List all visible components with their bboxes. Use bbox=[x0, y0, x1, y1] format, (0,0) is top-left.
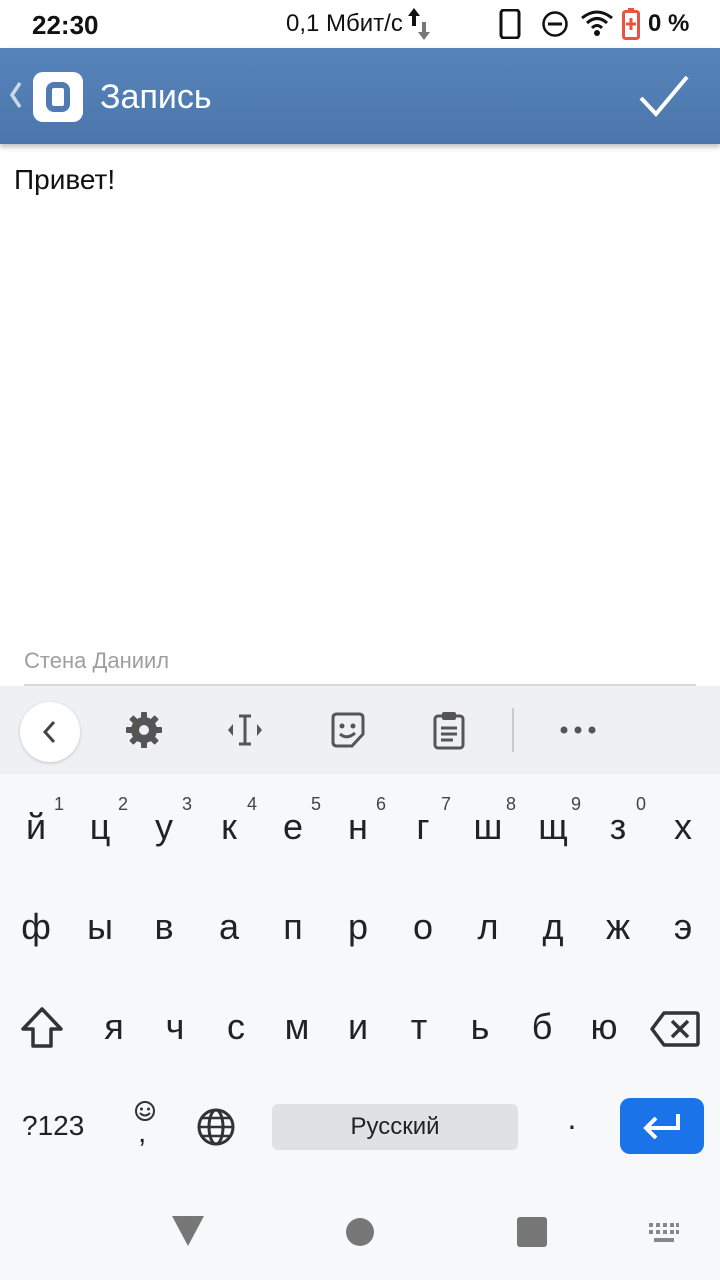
wall-target-label[interactable]: Стена Даниил bbox=[24, 648, 169, 674]
key-о[interactable]: о bbox=[391, 888, 455, 968]
navigation-bar bbox=[0, 1184, 720, 1280]
clipboard-icon[interactable] bbox=[429, 710, 469, 750]
key-л[interactable]: л bbox=[456, 888, 520, 968]
key-п[interactable]: п bbox=[261, 888, 325, 968]
status-bar: 22:30 0,1 Мбит/с 0 % bbox=[0, 0, 720, 48]
key-н[interactable]: 6н bbox=[326, 788, 390, 868]
network-speed: 0,1 Мбит/с bbox=[286, 10, 403, 37]
backspace-icon[interactable] bbox=[650, 1010, 700, 1048]
key-ч[interactable]: ч bbox=[143, 988, 207, 1068]
key-щ[interactable]: 9щ bbox=[521, 788, 585, 868]
gear-icon[interactable] bbox=[124, 710, 164, 750]
symbols-key[interactable]: ?123 bbox=[22, 1110, 84, 1142]
space-key[interactable]: Русский bbox=[272, 1104, 518, 1150]
key-ш[interactable]: 8ш bbox=[456, 788, 520, 868]
wifi-icon bbox=[581, 10, 613, 36]
comma-label: , bbox=[138, 1116, 147, 1149]
key-ф[interactable]: ф bbox=[4, 888, 68, 968]
period-key[interactable]: . bbox=[560, 1100, 584, 1137]
globe-icon[interactable] bbox=[196, 1107, 236, 1147]
status-time: 22:30 bbox=[32, 10, 99, 40]
key-б[interactable]: б bbox=[510, 988, 574, 1068]
data-arrows-icon bbox=[408, 8, 430, 40]
keyboard-back-button[interactable] bbox=[20, 702, 80, 762]
enter-arrow-icon bbox=[643, 1114, 680, 1140]
chevron-left-icon[interactable] bbox=[8, 80, 24, 110]
shift-key-icon[interactable] bbox=[18, 1004, 66, 1052]
key-я[interactable]: я bbox=[82, 988, 146, 1068]
key-й[interactable]: 1й bbox=[4, 788, 68, 868]
key-ы[interactable]: ы bbox=[68, 888, 132, 968]
app-bar: Запись bbox=[0, 48, 720, 144]
key-э[interactable]: э bbox=[651, 888, 715, 968]
key-т[interactable]: т bbox=[387, 988, 451, 1068]
keyboard-toolbar bbox=[0, 686, 720, 774]
checkmark-icon[interactable] bbox=[636, 70, 692, 122]
vk-logo[interactable] bbox=[33, 72, 83, 122]
battery-charging-icon bbox=[622, 8, 640, 40]
key-и[interactable]: и bbox=[326, 988, 390, 1068]
text-cursor-icon[interactable] bbox=[225, 710, 265, 750]
key-ж[interactable]: ж bbox=[586, 888, 650, 968]
sticker-icon[interactable] bbox=[328, 710, 368, 750]
key-с[interactable]: с bbox=[204, 988, 268, 1068]
keyboard-switch-icon[interactable] bbox=[648, 1222, 680, 1244]
key-е[interactable]: 5е bbox=[261, 788, 325, 868]
nav-home-icon[interactable] bbox=[346, 1218, 374, 1246]
enter-key[interactable] bbox=[620, 1098, 704, 1154]
key-м[interactable]: м bbox=[265, 988, 329, 1068]
battery-percent: 0 % bbox=[648, 10, 690, 37]
nav-back-icon[interactable] bbox=[170, 1214, 206, 1248]
comma-emoji-key[interactable]: , bbox=[130, 1098, 160, 1150]
toolbar-divider bbox=[512, 708, 514, 752]
key-ь[interactable]: ь bbox=[448, 988, 512, 1068]
key-а[interactable]: а bbox=[197, 888, 261, 968]
key-в[interactable]: в bbox=[132, 888, 196, 968]
do-not-disturb-icon bbox=[542, 11, 568, 37]
key-г[interactable]: 7г bbox=[391, 788, 455, 868]
key-ц[interactable]: 2ц bbox=[68, 788, 132, 868]
key-ю[interactable]: ю bbox=[572, 988, 636, 1068]
key-у[interactable]: 3у bbox=[132, 788, 196, 868]
nav-recents-icon[interactable] bbox=[517, 1217, 547, 1247]
page-title: Запись bbox=[100, 78, 212, 116]
key-х[interactable]: х bbox=[651, 788, 715, 868]
key-к[interactable]: 4к bbox=[197, 788, 261, 868]
key-з[interactable]: 0з bbox=[586, 788, 650, 868]
more-icon[interactable] bbox=[558, 710, 598, 750]
post-text-input[interactable]: Привет! bbox=[14, 164, 115, 196]
key-д[interactable]: д bbox=[521, 888, 585, 968]
phone-icon bbox=[499, 9, 521, 39]
chevron-left-icon bbox=[42, 720, 56, 744]
key-р[interactable]: р bbox=[326, 888, 390, 968]
